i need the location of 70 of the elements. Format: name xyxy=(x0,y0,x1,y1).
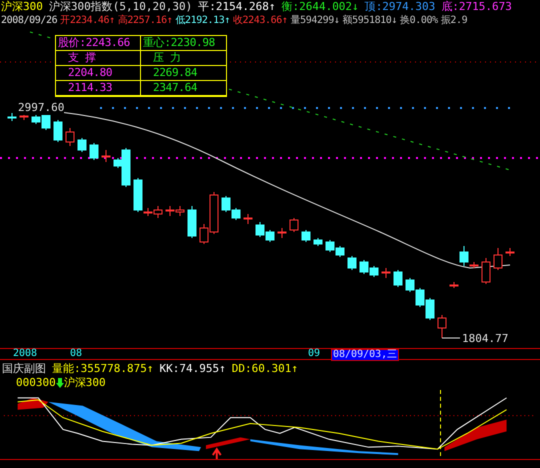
candlestick xyxy=(394,270,402,288)
stat-value: 量594299↓ xyxy=(290,14,340,28)
high-price-label: 2997.60 xyxy=(18,101,64,115)
stat-value: 换0.00% xyxy=(400,14,438,28)
candlestick xyxy=(314,238,322,246)
indicator-value: DD:60.301↑ xyxy=(232,362,298,376)
candlestick xyxy=(336,246,344,258)
candlestick xyxy=(244,214,252,224)
table-cell: 2269.84 xyxy=(153,66,198,79)
indicator-value: KK:74.955↑ xyxy=(159,362,226,376)
stat-value: 开2234.46↑ xyxy=(60,14,115,28)
candlestick xyxy=(8,112,16,122)
candlestick xyxy=(348,256,356,270)
candlestick xyxy=(482,258,490,284)
candlestick xyxy=(302,230,310,242)
stat-value: 额5951810↓ xyxy=(342,14,398,28)
stock-code: 000300 xyxy=(16,376,56,390)
candlestick xyxy=(278,228,286,238)
table-cell: 压 力 xyxy=(153,51,181,64)
stock-name: 沪深300 xyxy=(64,376,106,390)
candlestick xyxy=(90,142,98,160)
time-axis-label: 08/09/03,三 xyxy=(331,349,400,361)
table-cell: 重心:2230.98 xyxy=(143,36,215,49)
market-label: 沪深300 xyxy=(1,0,43,14)
candlestick xyxy=(256,222,264,238)
candlestick xyxy=(370,266,378,278)
candlestick xyxy=(494,248,502,270)
candlestick xyxy=(188,206,196,238)
stat-value: 平:2154.268↑ xyxy=(198,0,276,14)
stat-value: 衡:2644.002↓ xyxy=(281,0,359,14)
candlestick xyxy=(326,240,334,252)
candlestick xyxy=(222,196,230,212)
candlestick xyxy=(78,138,86,152)
time-axis-label: 2008 xyxy=(13,349,38,359)
up-arrow-icon xyxy=(212,447,222,460)
candlestick xyxy=(102,150,110,162)
candlestick xyxy=(360,260,368,274)
table-cell: 2114.33 xyxy=(68,81,112,94)
candlestick xyxy=(406,278,414,292)
stat-value: 振2.9 xyxy=(440,14,468,28)
candlestick xyxy=(266,230,274,242)
indicator-band xyxy=(444,420,507,452)
stat-value: 收2243.66↑ xyxy=(232,14,288,28)
candlestick xyxy=(54,120,62,142)
stat-value: 低2192.13↑ xyxy=(175,14,230,28)
candlestick xyxy=(506,248,514,256)
candlestick xyxy=(66,128,74,146)
index-name: 沪深300指数(5,10,20,30) xyxy=(48,0,192,14)
stat-value: 高2257.16↑ xyxy=(118,14,172,28)
down-arrow-icon xyxy=(56,378,64,388)
candlestick xyxy=(426,298,434,320)
candlestick xyxy=(166,206,174,216)
stat-value: 顶:2974.303 xyxy=(364,0,436,14)
candlestick xyxy=(176,206,184,216)
table-cell: 2204.80 xyxy=(68,66,112,79)
candlestick xyxy=(438,314,446,338)
time-axis-label: 09 xyxy=(308,349,320,359)
table-cell: 支 撑 xyxy=(68,51,96,64)
candlestick xyxy=(416,288,424,308)
table-cell: 2347.64 xyxy=(153,81,198,94)
sub-chart-title: 国庆副图 xyxy=(2,362,46,376)
low-price-label: 1804.77 xyxy=(462,332,508,346)
candlestick xyxy=(382,268,390,278)
time-axis-label: 08 xyxy=(70,349,82,359)
candlestick xyxy=(290,218,298,232)
date-label: 2008/09/26 xyxy=(1,14,58,28)
indicator-value: 量能:355778.875↑ xyxy=(52,362,154,376)
candlestick xyxy=(232,208,240,220)
table-cell: 股价:2243.66 xyxy=(58,36,130,49)
stat-value: 底:2715.673 xyxy=(441,0,512,14)
